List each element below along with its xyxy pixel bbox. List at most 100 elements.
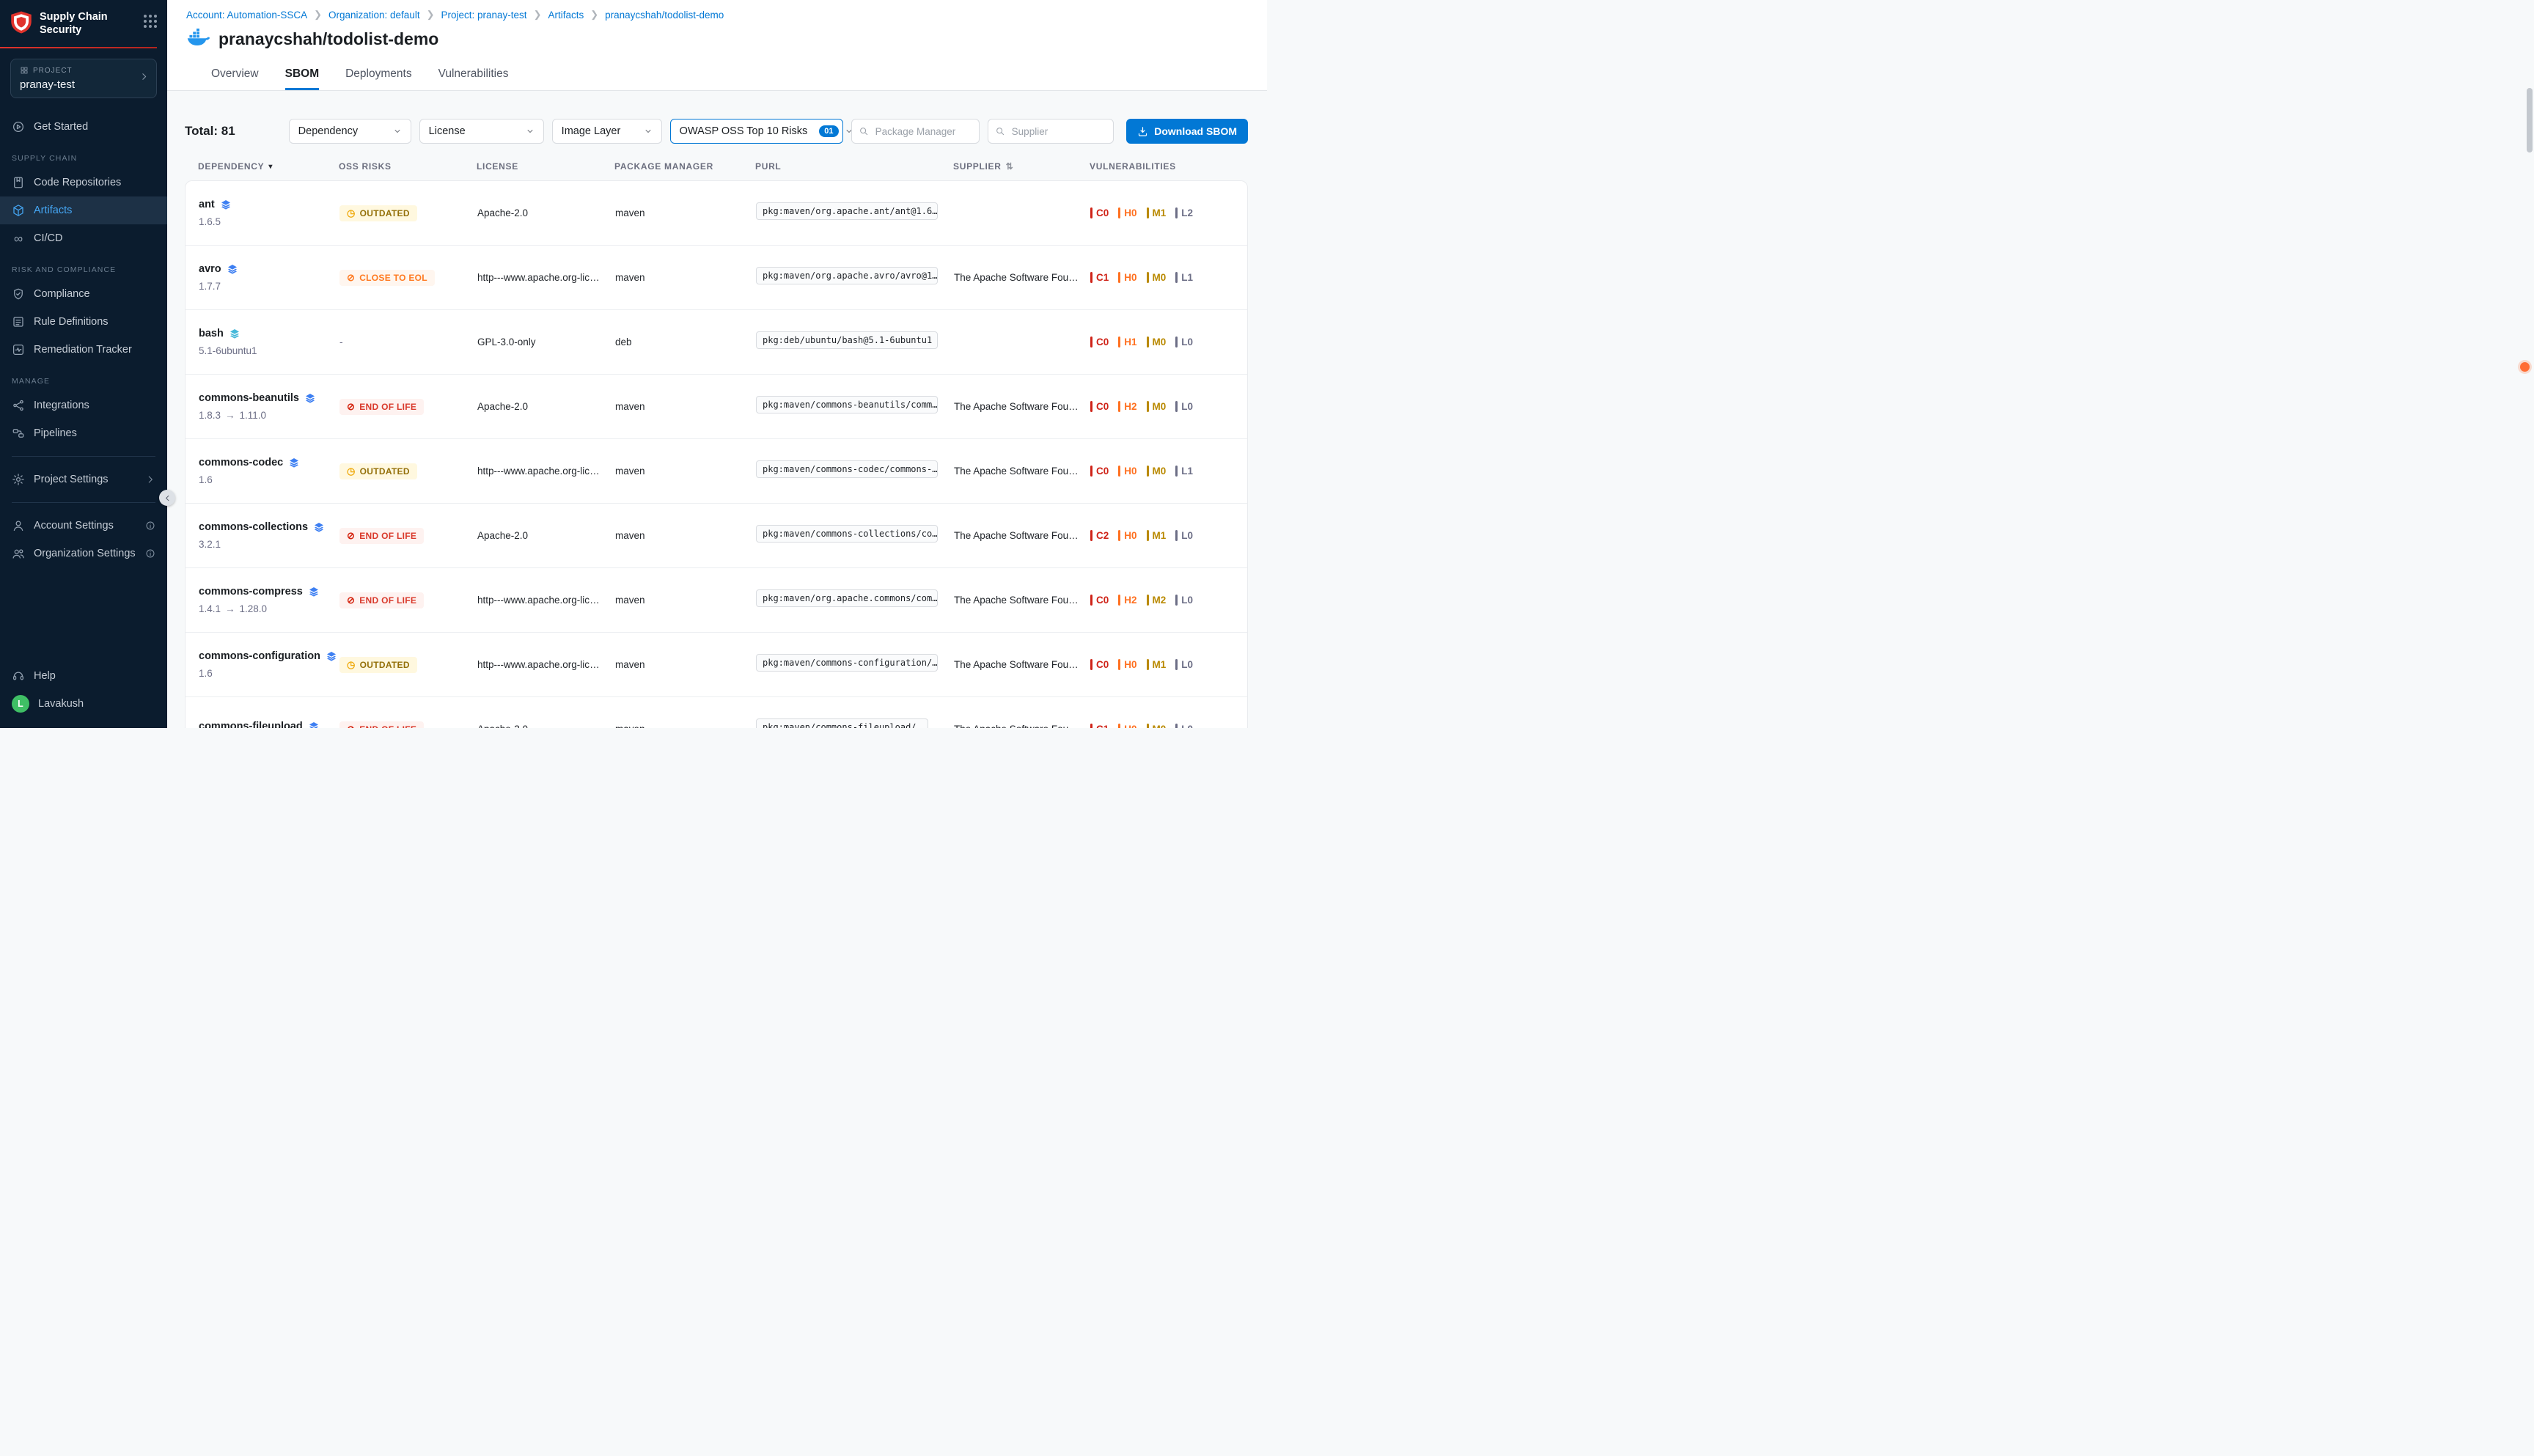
shield-check-icon [12,287,25,301]
page-title: pranaycshah/todolist-demo [218,29,438,49]
dependency-cell: commons-codec 1.6 → [199,457,339,485]
severity-bar-critical [1090,530,1092,541]
purl-value[interactable]: pkg:maven/org.apache.avro/avro@1… [756,267,938,284]
table-row[interactable]: avro 1.7.7 → [186,246,1247,310]
table-row[interactable]: commons-configuration 1.6 → [186,633,1247,697]
severity-bar-critical [1090,207,1092,218]
sidebar-item-project-settings[interactable]: Project Settings [0,466,167,493]
sidebar-item-label: Rule Definitions [34,316,109,328]
risk-status-icon: ◷ [347,208,356,218]
project-name: pranay-test [20,78,147,91]
tab-vulnerabilities[interactable]: Vulnerabilities [438,59,509,90]
user-menu[interactable]: L Lavakush [0,690,167,718]
purl-value[interactable]: pkg:maven/commons-fileupload/… [756,718,928,728]
severity-bar-medium [1147,466,1149,477]
risk-label: END OF LIFE [359,531,416,541]
table-row[interactable]: commons-fileupload → [186,697,1247,728]
license-filter-dropdown[interactable]: License [419,119,544,144]
purl-value[interactable]: pkg:maven/commons-codec/commons-… [756,460,938,478]
layers-icon [288,457,300,468]
severity-bar-critical [1090,466,1092,477]
sidebar-collapse-handle[interactable] [159,490,175,506]
purl-value[interactable]: pkg:maven/org.apache.ant/ant@1.6… [756,202,938,220]
severity-bar-high [1118,724,1120,728]
filter-caret-icon[interactable]: ▾ [268,163,273,171]
upgrade-arrow-icon: → [225,410,235,421]
dropdown-label: Dependency [298,125,358,137]
sidebar-item-compliance[interactable]: Compliance [0,280,167,308]
breadcrumb-organization-link[interactable]: Organization: default [328,10,420,21]
breadcrumb-project-link[interactable]: Project: pranay-test [441,10,527,21]
sort-arrows-icon[interactable]: ⇅ [1006,161,1014,172]
breadcrumb-account-link[interactable]: Account: Automation-SSCA [186,10,307,21]
table-row[interactable]: ant 1.6.5 → [186,181,1247,246]
package-manager-search-input[interactable] [851,119,980,144]
purl-value[interactable]: pkg:maven/commons-beanutils/comm… [756,396,938,413]
oss-risk-badge: ◷ OUTDATED [339,463,417,479]
docker-whale-icon [186,28,210,50]
dropdown-label: Image Layer [562,125,621,137]
dropdown-label: License [429,125,466,137]
vertical-scrollbar-thumb[interactable] [2527,88,2533,152]
tab-bar: Overview SBOM Deployments Vulnerabilitie… [167,59,1267,91]
app-title: Supply Chain Security [40,10,116,37]
column-header-supplier[interactable]: SUPPLIER ⇅ [953,161,1090,172]
owasp-risks-filter-dropdown[interactable]: OWASP OSS Top 10 Risks 01 [670,119,843,144]
supplier-search [988,119,1114,144]
purl-value[interactable]: pkg:maven/commons-configuration/… [756,654,938,672]
download-sbom-button[interactable]: Download SBOM [1126,119,1248,144]
integrations-nodes-icon [12,399,25,412]
dependency-cell: avro 1.7.7 → [199,263,339,292]
breadcrumb-artifacts-link[interactable]: Artifacts [548,10,584,21]
severity-bar-medium [1147,595,1149,606]
artifacts-cube-icon [12,204,25,217]
sidebar-item-account-settings[interactable]: Account Settings [0,512,167,540]
notification-dot[interactable] [2520,362,2530,372]
table-row[interactable]: commons-collections 3.2.1 → [186,504,1247,568]
purl-value[interactable]: pkg:maven/org.apache.commons/com… [756,589,938,607]
project-grid-icon [20,66,29,75]
sidebar-item-integrations[interactable]: Integrations [0,391,167,419]
chevron-down-icon [393,127,402,136]
table-row[interactable]: commons-beanutils 1.8.3 → 1.11.0 [186,375,1247,439]
breadcrumb-current-artifact[interactable]: pranaycshah/todolist-demo [605,10,724,21]
sidebar-item-get-started[interactable]: Get Started [0,113,167,141]
low-count: L0 [1175,337,1193,348]
purl-cell: pkg:maven/commons-codec/commons-… [756,460,954,482]
dependency-filter-dropdown[interactable]: Dependency [289,119,411,144]
tab-deployments[interactable]: Deployments [345,59,411,90]
table-row[interactable]: bash 5.1-6ubuntu1 → [186,310,1247,375]
dependency-cell: commons-beanutils 1.8.3 → 1.11.0 [199,392,339,421]
user-name: Lavakush [38,698,84,710]
severity-bar-high [1118,401,1120,412]
table-header-row: DEPENDENCY ▾ OSS RISKS LICENSE PACKAGE M… [185,161,1248,180]
high-count: H0 [1118,724,1136,728]
purl-value[interactable]: pkg:maven/commons-collections/co… [756,525,938,543]
sidebar-item-rule-definitions[interactable]: Rule Definitions [0,308,167,336]
image-layer-filter-dropdown[interactable]: Image Layer [552,119,662,144]
sidebar-item-cicd[interactable]: ∞ CI/CD [0,224,167,252]
supplier-search-input[interactable] [988,119,1114,144]
supplier-value: The Apache Software Foun… [954,401,1090,412]
oss-risk-badge: ⊘ END OF LIFE [339,721,424,729]
severity-bar-low [1175,659,1178,670]
dependency-version: 3.2.1 [199,539,221,550]
tab-sbom[interactable]: SBOM [285,59,320,90]
risk-label: END OF LIFE [359,595,416,606]
tab-overview[interactable]: Overview [211,59,259,90]
sidebar-item-organization-settings[interactable]: Organization Settings [0,540,167,567]
project-selector[interactable]: PROJECT pranay-test [10,59,157,98]
license-value: http---www.apache.org-lice… [477,466,615,477]
sidebar-item-artifacts[interactable]: Artifacts [0,196,167,224]
sidebar-item-code-repositories[interactable]: Code Repositories [0,169,167,196]
risk-label: OUTDATED [360,208,410,218]
purl-value[interactable]: pkg:deb/ubuntu/bash@5.1-6ubuntu1 [756,331,938,349]
app-switcher-icon[interactable] [144,15,157,28]
column-header-dependency[interactable]: DEPENDENCY ▾ [198,161,339,172]
table-row[interactable]: commons-codec 1.6 → [186,439,1247,504]
sidebar-item-help[interactable]: Help [0,662,167,690]
table-row[interactable]: commons-compress 1.4.1 → 1.28.0 [186,568,1247,633]
main-area: Account: Automation-SSCA ❯ Organization:… [167,0,1267,728]
sidebar-item-remediation-tracker[interactable]: Remediation Tracker [0,336,167,364]
sidebar-item-pipelines[interactable]: Pipelines [0,419,167,447]
